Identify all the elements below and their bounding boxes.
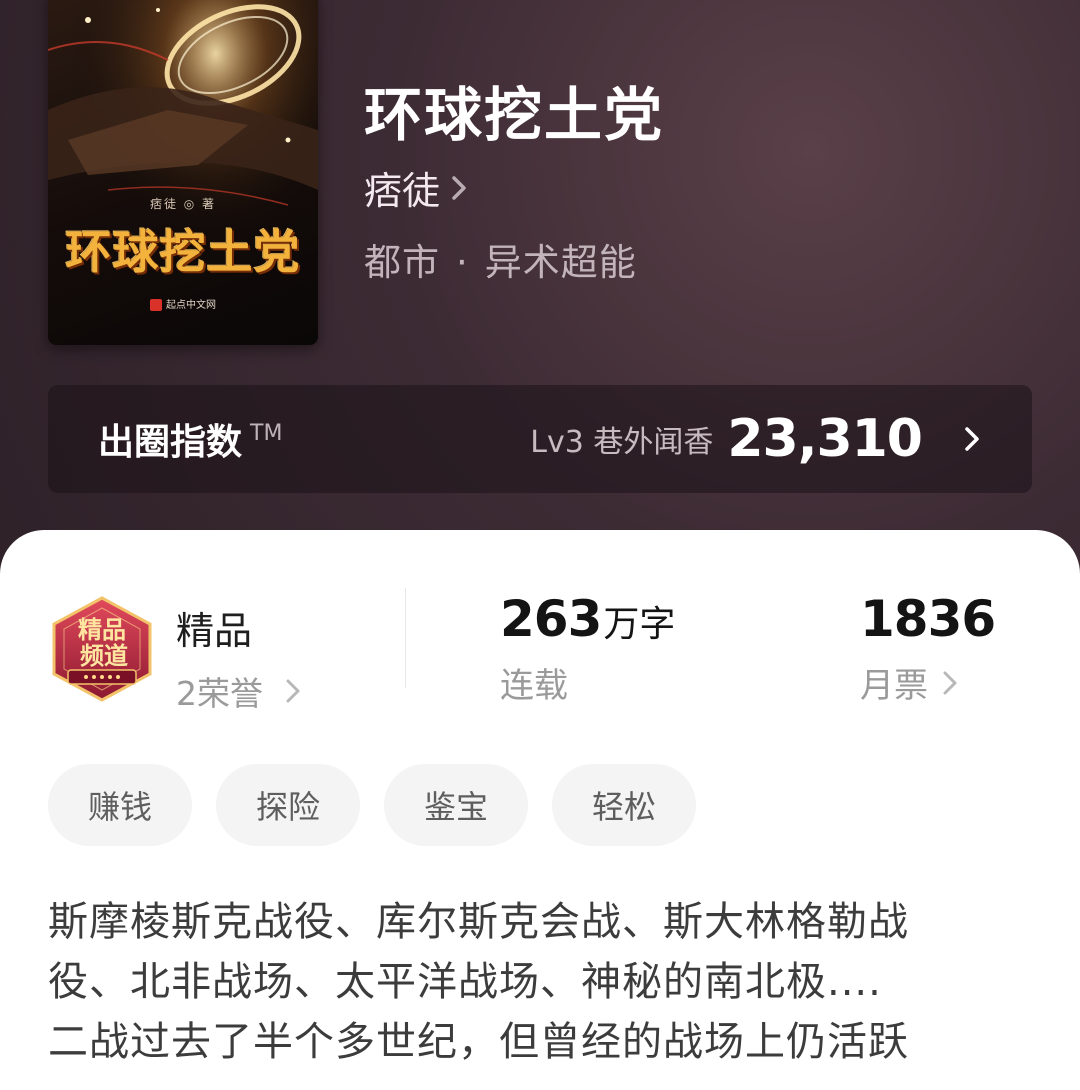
tag-chip[interactable]: 赚钱 <box>48 764 192 846</box>
monthly-ticket-stat[interactable]: 1836 月票 <box>860 590 996 707</box>
tag-chip[interactable]: 探险 <box>216 764 360 846</box>
quality-badge-icon[interactable]: 精品 频道 <box>50 596 154 704</box>
influence-label: 出圈指数 <box>98 422 243 463</box>
monthly-ticket-number: 1836 <box>860 590 996 648</box>
tag-chip[interactable]: 轻松 <box>552 764 696 846</box>
book-title: 环球挖土党 <box>364 81 665 149</box>
book-synopsis[interactable]: 斯摩棱斯克战役、库尔斯克会战、斯大林格勒战 役、北非战场、太平洋战场、神秘的南北… <box>48 892 1038 1072</box>
synopsis-line: 役、北非战场、太平洋战场、神秘的南北极.... <box>48 959 882 1005</box>
tag-chip[interactable]: 鉴宝 <box>384 764 528 846</box>
cover-author: 痞徒 ◎ 著 <box>149 197 217 211</box>
honor-count: 2荣誉 <box>176 674 263 713</box>
author-link[interactable]: 痞徒 <box>364 160 468 215</box>
serial-status: 连载 <box>500 666 568 706</box>
genre-subcategory[interactable]: 异术超能 <box>485 241 637 284</box>
badge-text-top: 精品 <box>78 616 126 644</box>
genre-row: 都市 · 异术超能 <box>364 232 637 286</box>
honor-link[interactable]: 2荣誉 <box>176 667 301 715</box>
genre-category[interactable]: 都市 <box>364 241 440 284</box>
word-count-number: 263 <box>500 590 602 648</box>
synopsis-line: 斯摩棱斯克战役、库尔斯克会战、斯大林格勒战 <box>48 899 909 945</box>
influence-index-bar[interactable]: 出圈指数 TM Lv3 巷外闻香 23,310 <box>48 385 1032 493</box>
tag-list: 赚钱 探险 鉴宝 轻松 <box>48 764 720 846</box>
book-header: 痞徒 ◎ 著 环球挖土党 起点中文网 环球挖土党 痞徒 都市 · 异术超能 出圈指数… <box>0 0 1080 600</box>
quality-label: 精品 <box>176 609 253 653</box>
cover-publisher: 起点中文网 <box>48 296 318 311</box>
chevron-right-icon <box>286 679 300 703</box>
chevron-right-icon <box>965 427 979 451</box>
chevron-right-icon <box>452 175 466 200</box>
badge-text-bottom: 频道 <box>80 642 128 670</box>
book-cover[interactable]: 痞徒 ◎ 著 环球挖土党 起点中文网 <box>48 0 318 345</box>
genre-separator: · <box>456 241 469 284</box>
chevron-right-icon <box>943 671 957 694</box>
monthly-ticket-label: 月票 <box>860 666 928 706</box>
word-count-unit: 万字 <box>603 604 676 645</box>
influence-level: Lv3 巷外闻香 <box>530 425 714 460</box>
publisher-name: 起点中文网 <box>166 300 216 311</box>
trademark-mark: TM <box>250 420 283 446</box>
cover-art-ring-icon <box>48 0 318 345</box>
influence-right: Lv3 巷外闻香 23,310 <box>530 409 982 469</box>
stat-divider <box>405 588 406 688</box>
word-count-stat: 263万字 连载 <box>500 590 675 707</box>
book-detail-sheet: 精品 频道 精品 2荣誉 263万字 连载 1836 月票 赚钱 探险 鉴宝 轻… <box>0 530 1080 1090</box>
author-name: 痞徒 <box>364 169 441 213</box>
quality-stat[interactable]: 精品 2荣誉 <box>176 600 301 715</box>
publisher-logo-icon <box>150 299 162 311</box>
cover-title: 环球挖土党 <box>65 225 301 279</box>
influence-value: 23,310 <box>727 409 923 469</box>
synopsis-line: 二战过去了半个多世纪，但曾经的战场上仍活跃 <box>48 1019 909 1065</box>
